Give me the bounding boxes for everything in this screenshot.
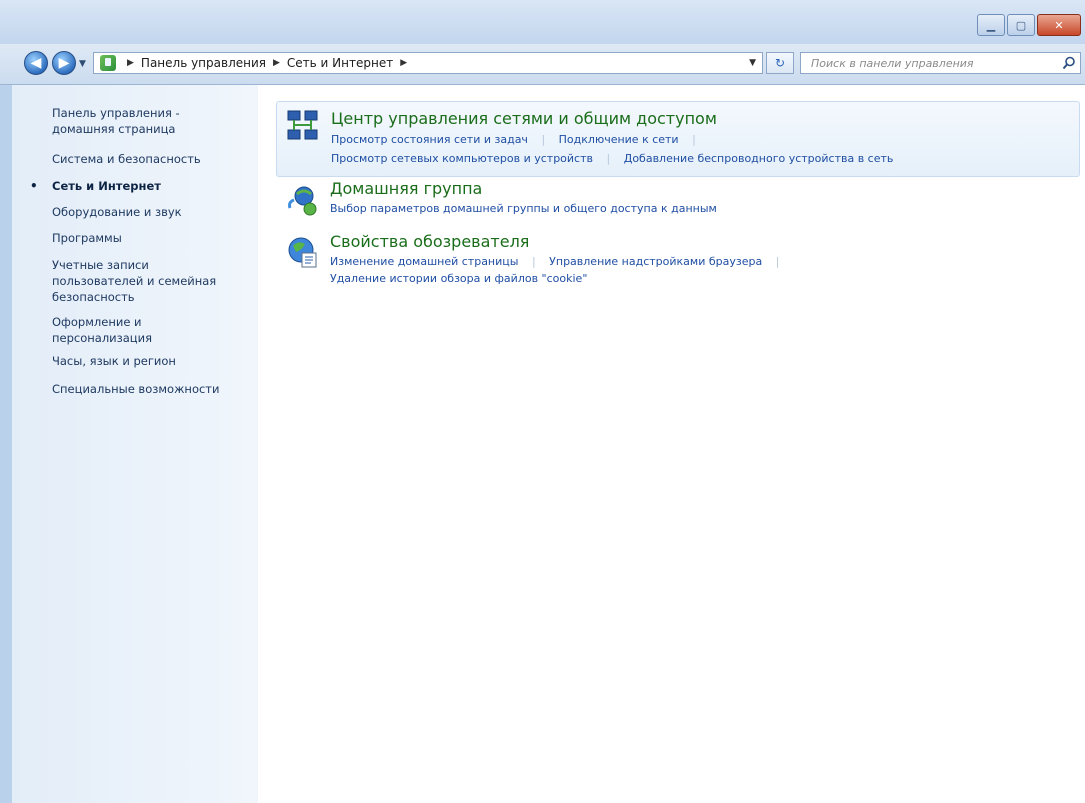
minimize-button[interactable]: ▁ [977,14,1005,36]
sidebar-item-label: Часы, язык и регион [52,354,176,368]
sidebar-item-label: Сеть и Интернет [52,179,161,193]
internet-options-icon[interactable] [284,234,320,270]
sidebar-item-label: Оборудование и звук [52,205,182,219]
sidebar-item-appearance[interactable]: персонализация [52,331,252,346]
category-internet-options: Свойства обозревателя Изменение домашней… [276,232,1078,292]
sidebar-item-network-internet[interactable]: • Сеть и Интернет [30,179,252,194]
window-controls: ▁ ▢ ✕ [977,14,1081,36]
sidebar-item-hardware-sound[interactable]: Оборудование и звук [52,205,252,220]
sidebar-item-label: домашняя страница [52,122,176,136]
maximize-icon: ▢ [1015,18,1027,32]
maximize-button[interactable]: ▢ [1007,14,1035,36]
category-links: Изменение домашней страницы | Управление… [330,255,789,268]
sidebar-item-user-accounts[interactable]: пользователей и семейная [52,274,252,289]
refresh-icon: ↻ [774,56,786,70]
sidebar-item-label: Учетные записи [52,258,149,272]
back-button[interactable]: ◀ [24,51,48,75]
close-button[interactable]: ✕ [1037,14,1081,36]
active-bullet-icon: • [30,179,38,193]
navigation-toolbar: ◀ ▶ ▼ ▶ Панель управления ▶ Сеть и Интер… [0,44,1085,85]
explorer-window: ▁ ▢ ✕ ◀ ▶ ▼ ▶ Панель управления ▶ Сеть и… [0,0,1085,803]
sidebar-item-clock-language-region[interactable]: Часы, язык и регион [52,354,252,369]
category-links: Удаление истории обзора и файлов "cookie… [330,272,587,285]
sidebar-item-label: Панель управления - [52,106,180,120]
sidebar-item-label: безопасность [52,290,135,304]
category-network-center: Центр управления сетями и общим доступом… [276,101,1080,177]
sidebar-item-label: персонализация [52,331,153,345]
link-add-wireless-device[interactable]: Добавление беспроводного устройства в се… [624,152,894,165]
chevron-down-icon: ▼ [79,59,86,69]
sidebar-item-programs[interactable]: Программы [52,231,252,246]
sidebar-item-label: Оформление и [52,315,142,329]
link-connect-to-network[interactable]: Подключение к сети [559,133,679,146]
chevron-down-icon: ▼ [749,58,756,68]
category-links: Просмотр состояния сети и задач | Подклю… [331,133,706,146]
sidebar-item-user-accounts[interactable]: Учетные записи [52,258,252,273]
sidebar-item-label: пользователей и семейная [52,274,217,288]
sidebar-item-accessibility[interactable]: Специальные возможности [52,382,252,397]
search-box[interactable] [800,52,1081,74]
breadcrumb-control-panel[interactable]: Панель управления [141,56,266,70]
sidebar-item-system-security[interactable]: Система и безопасность [52,152,252,167]
link-divider: | [541,133,546,146]
sidebar-item-control-panel-home[interactable]: Панель управления - [52,106,252,121]
link-manage-browser-addons[interactable]: Управление надстройками браузера [549,255,762,268]
category-title[interactable]: Домашняя группа [330,179,482,198]
homegroup-icon[interactable] [284,182,320,218]
breadcrumb-separator-icon[interactable]: ▶ [273,58,280,68]
minimize-icon: ▁ [986,18,996,32]
sidebar-item-label: Программы [52,231,122,245]
category-title[interactable]: Центр управления сетями и общим доступом [331,109,717,128]
link-change-home-page[interactable]: Изменение домашней страницы [330,255,518,268]
back-arrow-icon: ◀ [30,55,42,71]
sidebar-item-appearance[interactable]: Оформление и [52,315,252,330]
link-delete-browsing-history[interactable]: Удаление истории обзора и файлов "cookie… [330,272,587,285]
refresh-button[interactable]: ↻ [766,52,794,74]
sidebar: Панель управления - домашняя страница Си… [12,85,258,803]
close-icon: ✕ [1054,18,1064,32]
link-divider: | [775,255,780,268]
sidebar-item-label: Специальные возможности [52,382,220,396]
main-content: Центр управления сетями и общим доступом… [258,85,1085,803]
link-divider: | [606,152,611,165]
breadcrumb-network-internet[interactable]: Сеть и Интернет [287,56,393,70]
link-view-network-computers[interactable]: Просмотр сетевых компьютеров и устройств [331,152,593,165]
link-homegroup-sharing-options[interactable]: Выбор параметров домашней группы и общег… [330,202,717,215]
recent-pages-dropdown[interactable]: ▼ [79,59,86,69]
breadcrumb-separator-icon[interactable]: ▶ [127,58,134,68]
sidebar-item-control-panel-home[interactable]: домашняя страница [52,122,252,137]
link-divider: | [531,255,536,268]
sidebar-item-label: Система и безопасность [52,152,201,166]
control-panel-icon [100,55,116,71]
breadcrumb-separator-icon[interactable]: ▶ [400,58,407,68]
category-links: Выбор параметров домашней группы и общег… [330,202,717,215]
forward-arrow-icon: ▶ [58,55,70,71]
address-history-dropdown[interactable]: ▼ [749,58,756,68]
category-title[interactable]: Свойства обозревателя [330,232,529,251]
sidebar-item-user-accounts[interactable]: безопасность [52,290,252,305]
search-input[interactable] [801,55,1058,71]
category-homegroup: Домашняя группа Выбор параметров домашне… [276,179,1078,229]
title-bar[interactable]: ▁ ▢ ✕ [0,0,1085,44]
network-center-icon[interactable] [285,108,321,144]
link-divider: | [692,133,696,146]
forward-button[interactable]: ▶ [52,51,76,75]
category-links: Просмотр сетевых компьютеров и устройств… [331,152,893,165]
search-icon[interactable] [1058,56,1080,70]
address-bar[interactable]: ▶ Панель управления ▶ Сеть и Интернет ▶ … [93,52,763,74]
link-view-network-status[interactable]: Просмотр состояния сети и задач [331,133,528,146]
